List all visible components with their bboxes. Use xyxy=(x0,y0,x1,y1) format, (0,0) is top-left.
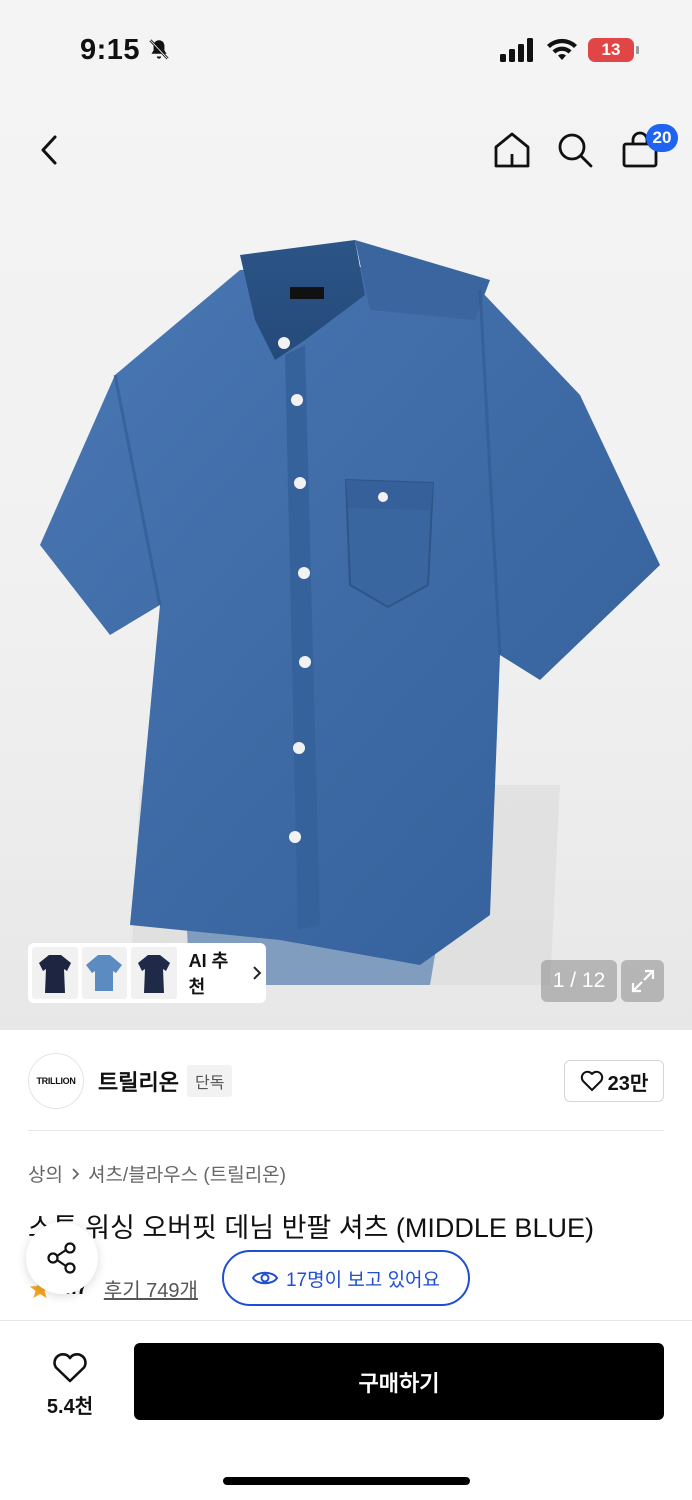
ai-recommend-link[interactable]: AI 추천 xyxy=(189,947,262,999)
back-button[interactable] xyxy=(20,118,80,182)
brand-like-count: 23만 xyxy=(607,1072,649,1095)
home-button[interactable] xyxy=(482,118,542,182)
brand-name[interactable]: 트릴리온 xyxy=(98,1065,179,1097)
wishlist-count: 5.4천 xyxy=(46,1395,94,1418)
heart-icon xyxy=(580,1070,603,1091)
search-icon xyxy=(558,133,593,168)
brand-like-button[interactable]: 23만 xyxy=(564,1060,664,1102)
cart-count-badge: 20 xyxy=(646,124,678,152)
chevron-right-icon xyxy=(253,966,262,980)
share-icon xyxy=(47,1242,76,1274)
signal-icon xyxy=(500,38,533,62)
exclusive-badge: 단독 xyxy=(186,1065,233,1097)
home-icon xyxy=(494,132,530,168)
divider xyxy=(28,1130,664,1131)
bell-muted-icon xyxy=(149,39,169,60)
image-page-indicator: 1 / 12 xyxy=(541,960,617,1002)
thumbnail-dark-denim-shirt[interactable] xyxy=(131,947,177,999)
expand-image-button[interactable] xyxy=(621,960,664,1002)
viewers-count-pill: 17명이 보고 있어요 xyxy=(222,1250,470,1306)
search-button[interactable] xyxy=(545,118,605,182)
status-indicators: 13 xyxy=(500,38,639,62)
cart-button[interactable]: 20 xyxy=(610,118,678,182)
status-time: 9:15 xyxy=(80,34,172,67)
breadcrumb-subcategory[interactable]: 셔츠/블라우스 (트릴리온) xyxy=(88,1160,286,1187)
heart-icon xyxy=(53,1352,87,1382)
top-nav: 20 xyxy=(0,118,692,182)
bottom-action-bar: 5.4천 구매하기 xyxy=(0,1320,692,1500)
eye-icon xyxy=(251,1271,278,1285)
share-button[interactable] xyxy=(26,1222,98,1294)
buy-button[interactable]: 구매하기 xyxy=(134,1343,664,1420)
battery-icon: 13 xyxy=(588,38,639,62)
wishlist-button[interactable]: 5.4천 xyxy=(28,1345,112,1425)
thumbnail-light-blue-shirt[interactable] xyxy=(81,947,128,999)
product-title: 스톤 워싱 오버핏 데님 반팔 셔츠 (MIDDLE BLUE) xyxy=(28,1213,594,1243)
home-indicator xyxy=(223,1477,470,1485)
back-icon xyxy=(41,135,57,165)
brand-logo[interactable]: TRILLION xyxy=(28,1053,84,1109)
status-bar: 9:15 13 xyxy=(0,0,692,100)
ai-recommendation-strip[interactable]: AI 추천 xyxy=(28,943,266,1003)
breadcrumb: 상의 셔츠/블라우스 (트릴리온) xyxy=(28,1160,286,1187)
chevron-right-icon xyxy=(72,1167,80,1180)
wifi-icon xyxy=(547,38,577,60)
brand-row: TRILLION 트릴리온 단독 23만 xyxy=(28,1052,664,1110)
expand-icon xyxy=(631,969,654,993)
product-image-denim-shirt[interactable] xyxy=(20,225,690,995)
breadcrumb-category[interactable]: 상의 xyxy=(28,1160,63,1187)
thumbnail-navy-shirt[interactable] xyxy=(32,947,78,999)
review-count-link[interactable]: 후기 749개 xyxy=(104,1274,198,1303)
product-gallery[interactable]: 9:15 13 20 AI 추천 1 / 12 xyxy=(0,0,692,1030)
